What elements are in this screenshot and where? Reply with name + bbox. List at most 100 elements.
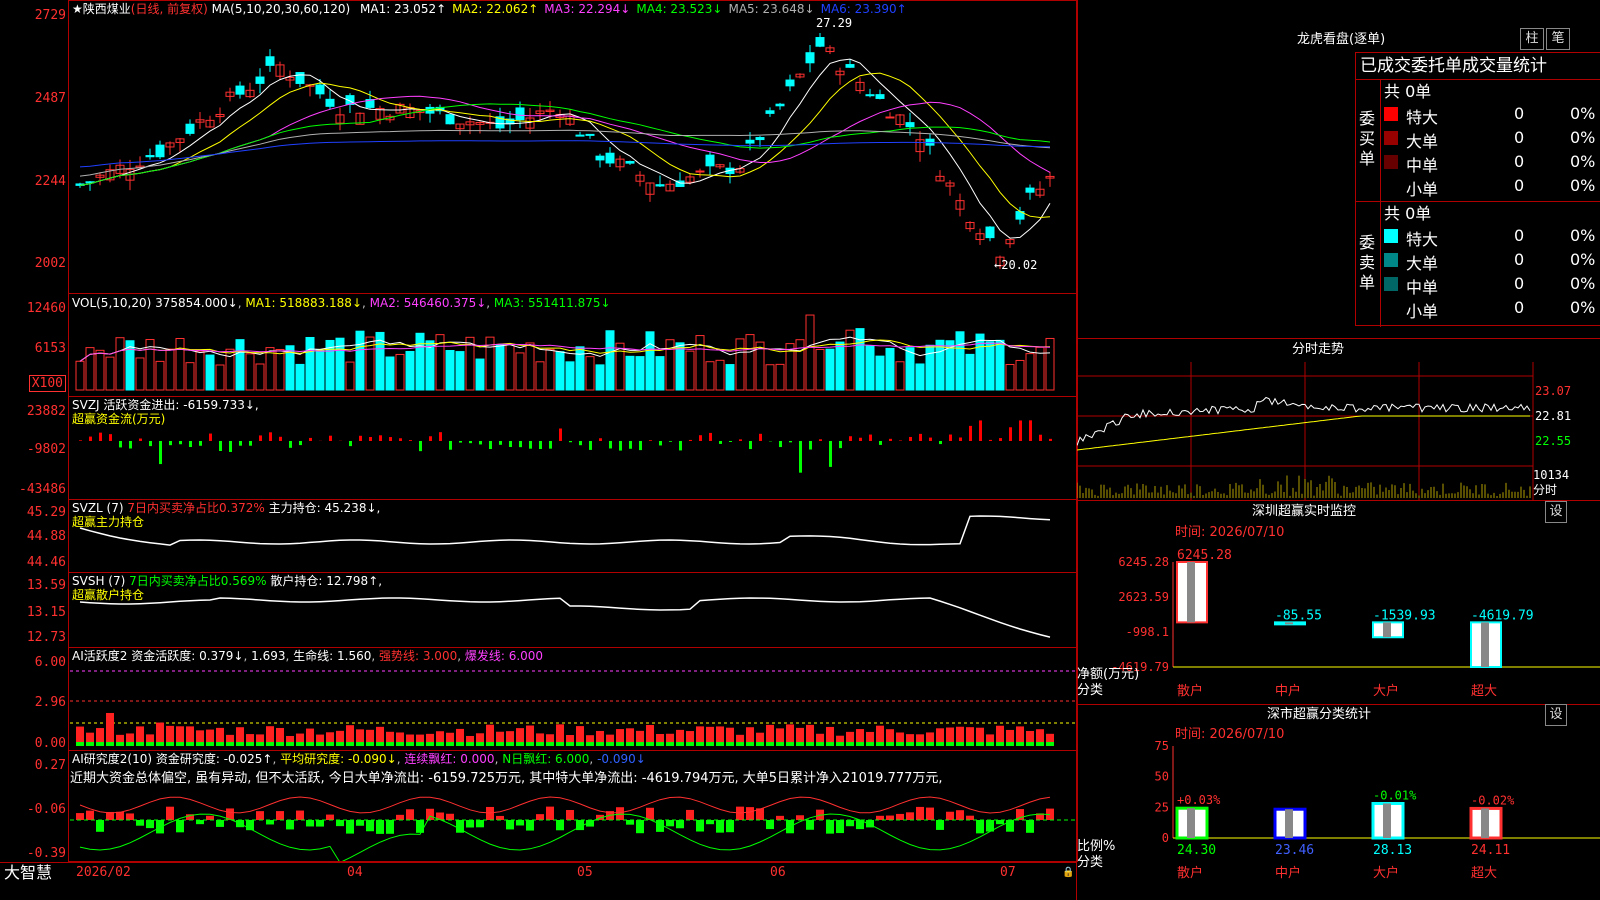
deal-row: 特大 0 0% — [1384, 225, 1600, 249]
deal-row-name: 大单 — [1406, 132, 1439, 151]
mon-bar — [1372, 621, 1404, 639]
color-swatch — [1384, 301, 1398, 315]
brand-logo: 大智慧 — [4, 863, 53, 882]
x-label: 06 — [770, 865, 786, 880]
color-swatch — [1384, 155, 1398, 169]
mon-bar — [1470, 621, 1502, 668]
fs-unit: 分时 — [1533, 483, 1558, 497]
sell-side-label: 委卖单 — [1359, 233, 1376, 292]
vol-value: 375854.000↓ — [155, 296, 238, 310]
cls-bar-shade — [1187, 808, 1195, 838]
deal-row: 小单 0 0% — [1384, 175, 1600, 199]
cls-bar-change: -0.02% — [1471, 793, 1515, 807]
vol-yaxis: 12460 6153 X100 — [0, 293, 66, 397]
cls-bar-shade — [1383, 803, 1391, 838]
ai-research-panel[interactable] — [68, 750, 1078, 862]
ai1-v2: 1.693 — [251, 649, 286, 663]
fs-title: 分时走势 — [1292, 342, 1345, 357]
color-swatch — [1384, 277, 1398, 291]
deal-row: 小单 0 0% — [1384, 297, 1600, 321]
ytick: 6153 — [34, 341, 66, 356]
lock-icon[interactable]: 🔒 — [1062, 866, 1074, 880]
ma6-line — [79, 140, 1051, 168]
candle — [885, 116, 895, 119]
deal-row-name: 特大 — [1406, 230, 1439, 249]
tab-bar-button[interactable]: 柱 — [1520, 28, 1544, 50]
candle — [805, 52, 815, 64]
chart-workspace[interactable]: 2729 2487 2244 2002 ★陕西煤业(日线, 前复权) MA(5,… — [0, 0, 1078, 883]
svsh-yaxis: 13.59 13.15 12.73 — [0, 572, 66, 648]
ytick: 45.29 — [26, 505, 66, 520]
ytick: 6.00 — [34, 655, 66, 670]
ytick: 2.96 — [34, 695, 66, 710]
deal-row: 特大 0 0% — [1384, 103, 1600, 127]
ytick: 12.73 — [26, 630, 66, 645]
cls-bar-change: -0.01% — [1373, 788, 1417, 802]
mon-cat-name: 中户 — [1275, 683, 1301, 699]
deal-row-value: 0 — [1514, 250, 1525, 269]
mon-cat-name: 超大 — [1471, 684, 1497, 699]
candle — [1025, 187, 1035, 193]
candle — [985, 226, 995, 239]
mon-bar-label: -85.55 — [1275, 608, 1322, 623]
ai1-legend: AI活跃度2 资金活跃度: 0.379↓, 1.693, 生命线: 1.560,… — [72, 649, 544, 663]
svzl-legend: SVZL (7) 7日内买卖净占比0.372% 主力持仓: 45.238↓, — [72, 501, 380, 515]
cls-ytick: 0 — [1162, 831, 1169, 845]
candle — [145, 155, 155, 158]
svzj-sub: 超赢资金流(万元) — [72, 412, 166, 426]
x-label: 07 — [1000, 865, 1016, 880]
deal-row-pct: 0% — [1570, 176, 1596, 195]
color-swatch — [1384, 229, 1398, 243]
sell-total: 共 0单 — [1384, 204, 1432, 223]
mon-bar-shade — [1481, 622, 1489, 667]
candle — [295, 72, 305, 84]
divider — [1356, 201, 1600, 202]
candle — [705, 154, 715, 167]
candle — [235, 85, 245, 95]
mon-ytick: 2623.59 — [1118, 590, 1169, 604]
ytick: -43486 — [19, 482, 66, 497]
svzj-title: SVZJ 活跃资金进出: -6159.733↓, — [72, 398, 259, 412]
mon-bar-label: -4619.79 — [1471, 608, 1534, 623]
deal-row-pct: 0% — [1570, 226, 1596, 245]
mon-bar-label: 6245.28 — [1177, 548, 1232, 563]
candle — [775, 103, 785, 107]
deal-row-name: 中单 — [1406, 278, 1439, 297]
cls-unit: 比例% — [1077, 839, 1116, 854]
mon-ytick: -998.1 — [1126, 625, 1169, 639]
kline-chart[interactable] — [0, 0, 1076, 294]
cls-bar-shade — [1285, 809, 1293, 838]
ai1-strong: 强势线: 3.000 — [379, 649, 458, 663]
svsh-legend: SVSH (7) 7日内买卖净占比0.569% 散户持仓: 12.798↑, — [72, 574, 382, 588]
svsh-share: 7日内买卖净占比0.569% — [129, 574, 267, 588]
intraday-panel[interactable]: 23.07 22.81 22.55 10134 分时 — [1077, 362, 1600, 500]
candle — [695, 170, 705, 173]
cls-bar — [1469, 806, 1503, 840]
candle — [655, 184, 665, 187]
cls-bar — [1175, 806, 1209, 840]
ytick: 0.27 — [34, 758, 66, 773]
mon-cat-label: 分类 — [1077, 683, 1104, 698]
candle — [595, 155, 605, 161]
deal-row-value: 0 — [1514, 104, 1525, 123]
tab-pen-button[interactable]: 笔 — [1546, 28, 1570, 50]
ai2-avg: 平均研究度: -0.090↓ — [280, 752, 397, 766]
ai2-red1: 连续飘红: 0.000 — [404, 752, 495, 766]
divider — [1077, 338, 1600, 339]
ai2-legend: AI研究度2(10) 资金研究度: -0.025↑, 平均研究度: -0.090… — [72, 752, 646, 766]
candle — [845, 64, 855, 68]
x-axis: 大智慧 2026/02 04 05 06 07 🔒 — [0, 862, 1076, 883]
cls-cat-name: 超大 — [1471, 866, 1497, 881]
low-label: ←20.02 — [994, 258, 1038, 272]
ai2-yaxis: 0.27 -0.06 -0.39 — [0, 750, 66, 862]
ytick: 44.46 — [26, 555, 66, 570]
lhb-title: 龙虎看盘(逐单) — [1297, 32, 1386, 47]
ytick: -9802 — [26, 442, 66, 457]
fs-price: 22.81 — [1535, 409, 1572, 423]
ytick: 44.88 — [26, 529, 66, 544]
candle — [905, 122, 915, 128]
color-swatch — [1384, 131, 1398, 145]
candle — [625, 161, 635, 164]
candle — [255, 76, 265, 84]
candle — [765, 110, 775, 114]
